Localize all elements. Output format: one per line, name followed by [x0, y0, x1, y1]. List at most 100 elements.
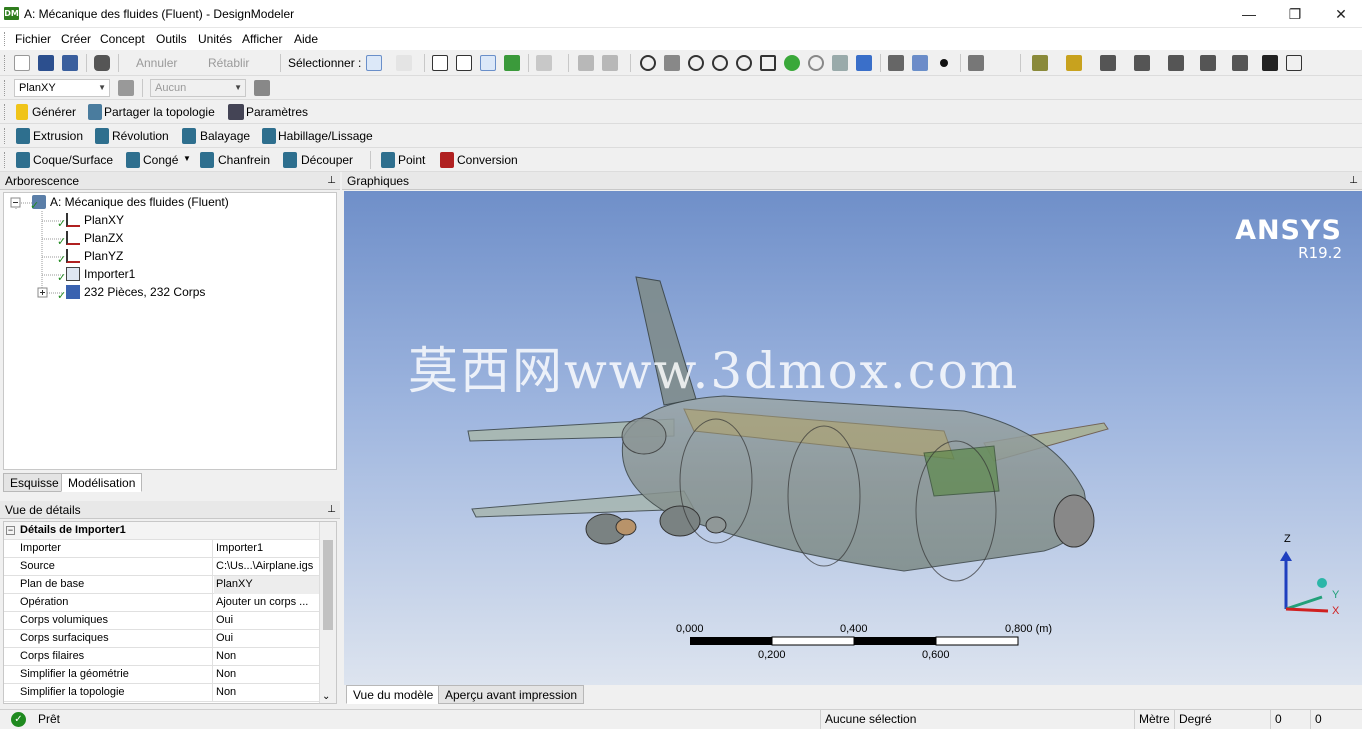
menu-afficher[interactable]: Afficher: [242, 32, 282, 46]
camera-icon[interactable]: [94, 55, 110, 71]
rotate-icon[interactable]: [640, 55, 656, 71]
display-point-icon[interactable]: [940, 59, 948, 67]
details-row[interactable]: Simplifier la topologie Non: [4, 684, 320, 702]
save-as-icon[interactable]: [62, 55, 78, 71]
menu-fichier[interactable]: Fichier: [15, 32, 51, 46]
details-group-row[interactable]: − Détails de Importer1: [4, 522, 320, 540]
details-row[interactable]: Opération Ajouter un corps ...: [4, 594, 320, 612]
generate-button[interactable]: Générer: [32, 105, 76, 119]
look-at-icon[interactable]: [856, 55, 872, 71]
menu-creer[interactable]: Créer: [61, 32, 91, 46]
tree-item-planzx[interactable]: PlanZX: [66, 229, 123, 247]
display-model-icon[interactable]: [912, 55, 928, 71]
detail-value[interactable]: PlanXY: [214, 576, 320, 594]
display-edges-icon[interactable]: [1032, 55, 1048, 71]
edge-joints-4-icon[interactable]: [1200, 55, 1216, 71]
extend-selection-icon[interactable]: [536, 55, 552, 71]
chamfer-button[interactable]: Chanfrein: [218, 153, 270, 167]
tree-item-planyz[interactable]: PlanYZ: [66, 247, 123, 265]
share-topology-button[interactable]: Partager la topologie: [104, 105, 215, 119]
tab-modelisation[interactable]: Modélisation: [61, 473, 143, 492]
parameters-button[interactable]: Paramètres: [246, 105, 308, 119]
box-select-icon[interactable]: [578, 55, 594, 71]
tab-esquisse[interactable]: Esquisse: [3, 473, 66, 492]
toolbar-grip[interactable]: [4, 152, 7, 168]
details-row[interactable]: Corps filaires Non: [4, 648, 320, 666]
toolbar-grip[interactable]: [4, 104, 7, 120]
toolbar-grip[interactable]: [4, 80, 7, 96]
airplane-model[interactable]: [344, 191, 1362, 685]
edge-joints-icon[interactable]: [1100, 55, 1116, 71]
toolbar-grip[interactable]: [4, 32, 7, 46]
tab-print-preview[interactable]: Aperçu avant impression: [438, 685, 585, 704]
box-select-2-icon[interactable]: [602, 55, 618, 71]
detail-value[interactable]: C:\Us...\Airplane.igs: [214, 558, 320, 576]
select-points-icon[interactable]: [432, 55, 448, 71]
scroll-down-icon[interactable]: ⌄: [322, 691, 330, 702]
detail-value[interactable]: Non: [214, 684, 320, 702]
pin-icon[interactable]: ⊥: [1349, 172, 1358, 190]
undo-button[interactable]: Annuler: [136, 56, 177, 70]
sketch-select[interactable]: Aucun ▼: [150, 79, 246, 97]
select-pointer-icon[interactable]: [366, 55, 382, 71]
detail-value[interactable]: Non: [214, 666, 320, 684]
menu-aide[interactable]: Aide: [294, 32, 318, 46]
flag-tool-icon[interactable]: [1286, 55, 1302, 71]
edge-joints-3-icon[interactable]: [1168, 55, 1184, 71]
iso-view-icon[interactable]: [832, 55, 848, 71]
zoom-to-fit-icon[interactable]: [784, 55, 800, 71]
skin-loft-button[interactable]: Habillage/Lissage: [278, 129, 373, 143]
save-icon[interactable]: [38, 55, 54, 71]
tree-item-parts[interactable]: 232 Pièces, 232 Corps: [66, 283, 205, 301]
status-length-unit[interactable]: Mètre: [1134, 710, 1174, 729]
graphics-options-icon[interactable]: [968, 55, 984, 71]
new-sketch-icon[interactable]: [254, 80, 270, 96]
details-row[interactable]: Plan de base PlanXY: [4, 576, 320, 594]
zoom-in-icon[interactable]: [712, 55, 728, 71]
details-scrollbar[interactable]: ⌄: [319, 522, 336, 703]
select-edges-icon[interactable]: [456, 55, 472, 71]
pin-tool-icon[interactable]: [1262, 55, 1278, 71]
tab-model-view[interactable]: Vue du modèle: [346, 685, 441, 704]
detail-value[interactable]: Importer1: [214, 540, 320, 558]
blend-dropdown-icon[interactable]: ▼: [183, 154, 191, 163]
point-button[interactable]: Point: [398, 153, 425, 167]
pin-icon[interactable]: ⊥: [327, 172, 336, 190]
graphics-viewport[interactable]: ANSYS R19.2 莫西网www.3dmox.com 0,000 0,400…: [344, 191, 1362, 685]
toolbar-grip[interactable]: [4, 128, 7, 144]
collapse-icon[interactable]: −: [6, 526, 15, 535]
zoom-icon[interactable]: [688, 55, 704, 71]
extrude-button[interactable]: Extrusion: [33, 129, 83, 143]
maximize-button[interactable]: ❐: [1272, 0, 1318, 28]
detail-value[interactable]: Non: [214, 648, 320, 666]
select-bodies-icon[interactable]: [504, 55, 520, 71]
triad-icon[interactable]: [888, 55, 904, 71]
menu-concept[interactable]: Concept: [100, 32, 145, 46]
close-button[interactable]: ✕: [1318, 0, 1362, 28]
detail-value[interactable]: Oui: [214, 630, 320, 648]
menu-outils[interactable]: Outils: [156, 32, 187, 46]
blend-button[interactable]: Congé: [143, 153, 178, 167]
details-row[interactable]: Corps surfaciques Oui: [4, 630, 320, 648]
tree-item-importer1[interactable]: Importer1: [66, 265, 135, 283]
slice-button[interactable]: Découper: [301, 153, 353, 167]
sweep-button[interactable]: Balayage: [200, 129, 250, 143]
zoom-fit-icon[interactable]: [760, 55, 776, 71]
toolbar-grip[interactable]: [4, 55, 7, 71]
scrollbar-thumb[interactable]: [323, 540, 333, 630]
detail-value[interactable]: Ajouter un corps ...: [214, 594, 320, 612]
plane-select[interactable]: PlanXY ▼: [14, 79, 110, 97]
minimize-button[interactable]: —: [1226, 0, 1272, 28]
color-by-icon[interactable]: [1066, 55, 1082, 71]
menu-unites[interactable]: Unités: [198, 32, 232, 46]
edge-joints-2-icon[interactable]: [1134, 55, 1150, 71]
select-faces-icon[interactable]: [480, 55, 496, 71]
zoom-box-icon[interactable]: [736, 55, 752, 71]
new-plane-icon[interactable]: [118, 80, 134, 96]
conversion-button[interactable]: Conversion: [457, 153, 518, 167]
details-row[interactable]: Importer Importer1: [4, 540, 320, 558]
detail-value[interactable]: Oui: [214, 612, 320, 630]
redo-button[interactable]: Rétablir: [208, 56, 249, 70]
tree-item-planxy[interactable]: PlanXY: [66, 211, 124, 229]
new-file-icon[interactable]: [14, 55, 30, 71]
